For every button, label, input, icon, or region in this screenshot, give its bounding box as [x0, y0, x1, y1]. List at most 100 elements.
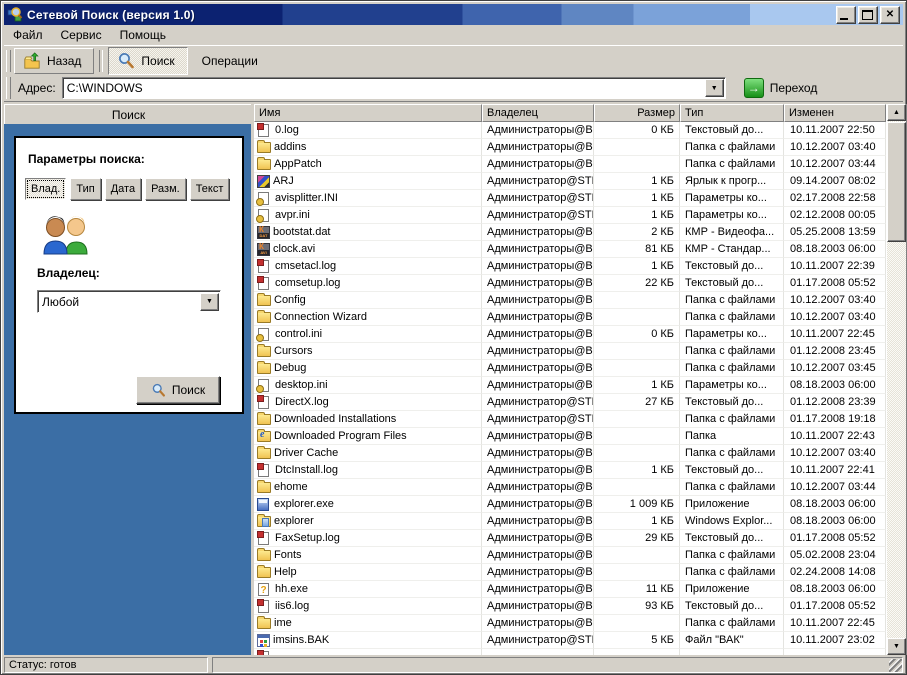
owner-dropdown-button[interactable]: ▼ — [200, 293, 219, 311]
owner-selected-value: Любой — [38, 295, 200, 309]
table-row[interactable]: Debug Администраторы@BUILTIN Папка с фай… — [254, 360, 886, 377]
file-size: 1 КБ — [594, 207, 680, 224]
operations-button[interactable]: Операции — [188, 49, 272, 73]
search-toggle-label: Поиск — [141, 54, 174, 68]
table-row[interactable]: clock.avi Администраторы@BUILTIN 81 КБ К… — [254, 241, 886, 258]
filter-type-button[interactable]: Тип — [70, 178, 100, 200]
filter-owner-button[interactable]: Влад. — [25, 178, 66, 200]
file-modified: 08.18.2003 06:00 — [784, 496, 886, 513]
table-row[interactable]: ARJ Администратор@STERN 1 КБ Ярлык к про… — [254, 173, 886, 190]
address-bar-grip[interactable] — [6, 77, 11, 99]
column-header-owner[interactable]: Владелец — [482, 104, 594, 122]
table-row[interactable]: iis6.log Администраторы@BUILTIN 93 КБ Те… — [254, 598, 886, 615]
back-button[interactable]: Назад — [14, 48, 94, 74]
minimize-button[interactable] — [836, 6, 856, 24]
table-row[interactable]: cmsetacl.log Администраторы@BUILTIN 1 КБ… — [254, 258, 886, 275]
table-row[interactable]: Downloaded Installations Администратор@S… — [254, 411, 886, 428]
file-size — [594, 343, 680, 360]
column-header-size[interactable]: Размер — [594, 104, 680, 122]
table-row[interactable]: FaxSetup.log Администраторы@BUILTIN 29 К… — [254, 530, 886, 547]
filter-text-button[interactable]: Текст — [190, 178, 230, 200]
text-log-icon — [258, 532, 269, 545]
table-row[interactable]: Config Администраторы@BUILTIN Папка с фа… — [254, 292, 886, 309]
address-bar: Адрес: ▼ → Переход — [4, 75, 903, 102]
file-modified: 10.11.2007 22:45 — [784, 615, 886, 632]
filter-date-button[interactable]: Дата — [105, 178, 141, 200]
file-owner: Администраторы@BUILTIN — [482, 258, 594, 275]
column-header-type[interactable]: Тип — [680, 104, 784, 122]
table-row[interactable]: control.ini Администраторы@BUILTIN 0 КБ … — [254, 326, 886, 343]
file-modified: 10.11.2007 22:43 — [784, 428, 886, 445]
file-size: 1 КБ — [594, 377, 680, 394]
table-row[interactable]: Fonts Администраторы@BUILTIN Папка с фай… — [254, 547, 886, 564]
file-modified: 05.25.2008 13:59 — [784, 224, 886, 241]
close-button[interactable] — [880, 6, 900, 24]
table-row[interactable] — [254, 649, 886, 655]
table-row[interactable]: Help Администраторы@BUILTIN Папка с файл… — [254, 564, 886, 581]
table-row[interactable]: avpr.ini Администратор@STERN 1 КБ Параме… — [254, 207, 886, 224]
table-row[interactable]: comsetup.log Администраторы@BUILTIN 22 К… — [254, 275, 886, 292]
menu-file[interactable]: Файл — [4, 26, 52, 44]
column-header-modified[interactable]: Изменен — [784, 104, 886, 122]
filter-size-button[interactable]: Разм. — [145, 178, 186, 200]
table-row[interactable]: hh.exe Администраторы@BUILTIN 11 КБ Прил… — [254, 581, 886, 598]
file-owner: Администраторы@BUILTIN — [482, 275, 594, 292]
file-size: 1 КБ — [594, 462, 680, 479]
file-modified: 09.14.2007 08:02 — [784, 173, 886, 190]
help-file-icon — [258, 583, 269, 596]
table-row[interactable]: ime Администраторы@BUILTIN Папка с файла… — [254, 615, 886, 632]
table-row[interactable]: bootstat.dat Администраторы@BUILTIN 2 КБ… — [254, 224, 886, 241]
scroll-down-button[interactable]: ▼ — [887, 638, 906, 655]
address-input[interactable] — [63, 81, 705, 95]
table-row[interactable]: DirectX.log Администратор@STERN 27 КБ Те… — [254, 394, 886, 411]
menu-help[interactable]: Помощь — [111, 26, 175, 44]
toolbar-grip[interactable] — [6, 50, 11, 72]
status-panel-secondary — [212, 657, 903, 673]
table-row[interactable]: DtcInstall.log Администраторы@BUILTIN 1 … — [254, 462, 886, 479]
table-row[interactable]: desktop.ini Администраторы@BUILTIN 1 КБ … — [254, 377, 886, 394]
table-row[interactable]: 0.log Администраторы@BUILTIN 0 КБ Тексто… — [254, 122, 886, 139]
table-row[interactable]: avisplitter.INI Администратор@STERN 1 КБ… — [254, 190, 886, 207]
file-type: Папка с файлами — [680, 156, 784, 173]
table-row[interactable]: imsins.BAK Администратор@STERN 5 КБ Файл… — [254, 632, 886, 649]
search-toggle-button[interactable]: Поиск — [108, 47, 187, 75]
table-row[interactable]: AppPatch Администраторы@BUILTIN Папка с … — [254, 156, 886, 173]
file-type: Папка с файлами — [680, 564, 784, 581]
file-name: cmsetacl.log — [275, 260, 336, 272]
table-row[interactable]: Connection Wizard Администраторы@BUILTIN… — [254, 309, 886, 326]
table-row[interactable]: addins Администраторы@BUILTIN Папка с фа… — [254, 139, 886, 156]
file-name: Downloaded Installations — [274, 413, 396, 425]
table-row[interactable]: ehome Администраторы@BUILTIN Папка с фай… — [254, 479, 886, 496]
file-type: Папка с файлами — [680, 309, 784, 326]
file-size — [594, 445, 680, 462]
address-dropdown-button[interactable]: ▼ — [705, 79, 724, 97]
table-row[interactable]: explorer.exe Администраторы@BUILTIN 1 00… — [254, 496, 886, 513]
maximize-button[interactable] — [858, 6, 878, 24]
table-row[interactable]: Cursors Администраторы@BUILTIN Папка с ф… — [254, 343, 886, 360]
vertical-scrollbar[interactable]: ▲ ▼ — [887, 104, 906, 655]
owner-select[interactable]: Любой ▼ — [37, 290, 221, 313]
text-log-icon — [258, 124, 269, 137]
file-modified: 02.17.2008 22:58 — [784, 190, 886, 207]
file-type: Приложение — [680, 496, 784, 513]
explorer-folder-icon — [257, 516, 271, 527]
file-owner: Администраторы@BUILTIN — [482, 377, 594, 394]
app-window: Сетевой Поиск (версия 1.0) Файл Сервис П… — [0, 0, 907, 675]
file-type: Параметры ко... — [680, 326, 784, 343]
file-owner: Администратор@STERN — [482, 173, 594, 190]
scrollbar-thumb[interactable] — [887, 122, 906, 242]
scroll-up-button[interactable]: ▲ — [887, 104, 906, 121]
run-search-button[interactable]: Поиск — [136, 376, 220, 404]
table-row[interactable]: Downloaded Program Files Администраторы@… — [254, 428, 886, 445]
toolbar-separator — [99, 50, 103, 72]
folder-icon — [257, 482, 271, 493]
go-button[interactable]: → Переход — [740, 76, 828, 100]
file-name: Help — [274, 566, 297, 578]
file-modified: 08.18.2003 06:00 — [784, 241, 886, 258]
menu-service[interactable]: Сервис — [52, 26, 111, 44]
table-row[interactable]: explorer Администраторы@BUILTIN 1 КБ Win… — [254, 513, 886, 530]
column-header-name[interactable]: Имя — [254, 104, 482, 122]
table-row[interactable]: Driver Cache Администраторы@BUILTIN Папк… — [254, 445, 886, 462]
file-name: Cursors — [274, 345, 313, 357]
resize-grip[interactable] — [889, 659, 902, 672]
